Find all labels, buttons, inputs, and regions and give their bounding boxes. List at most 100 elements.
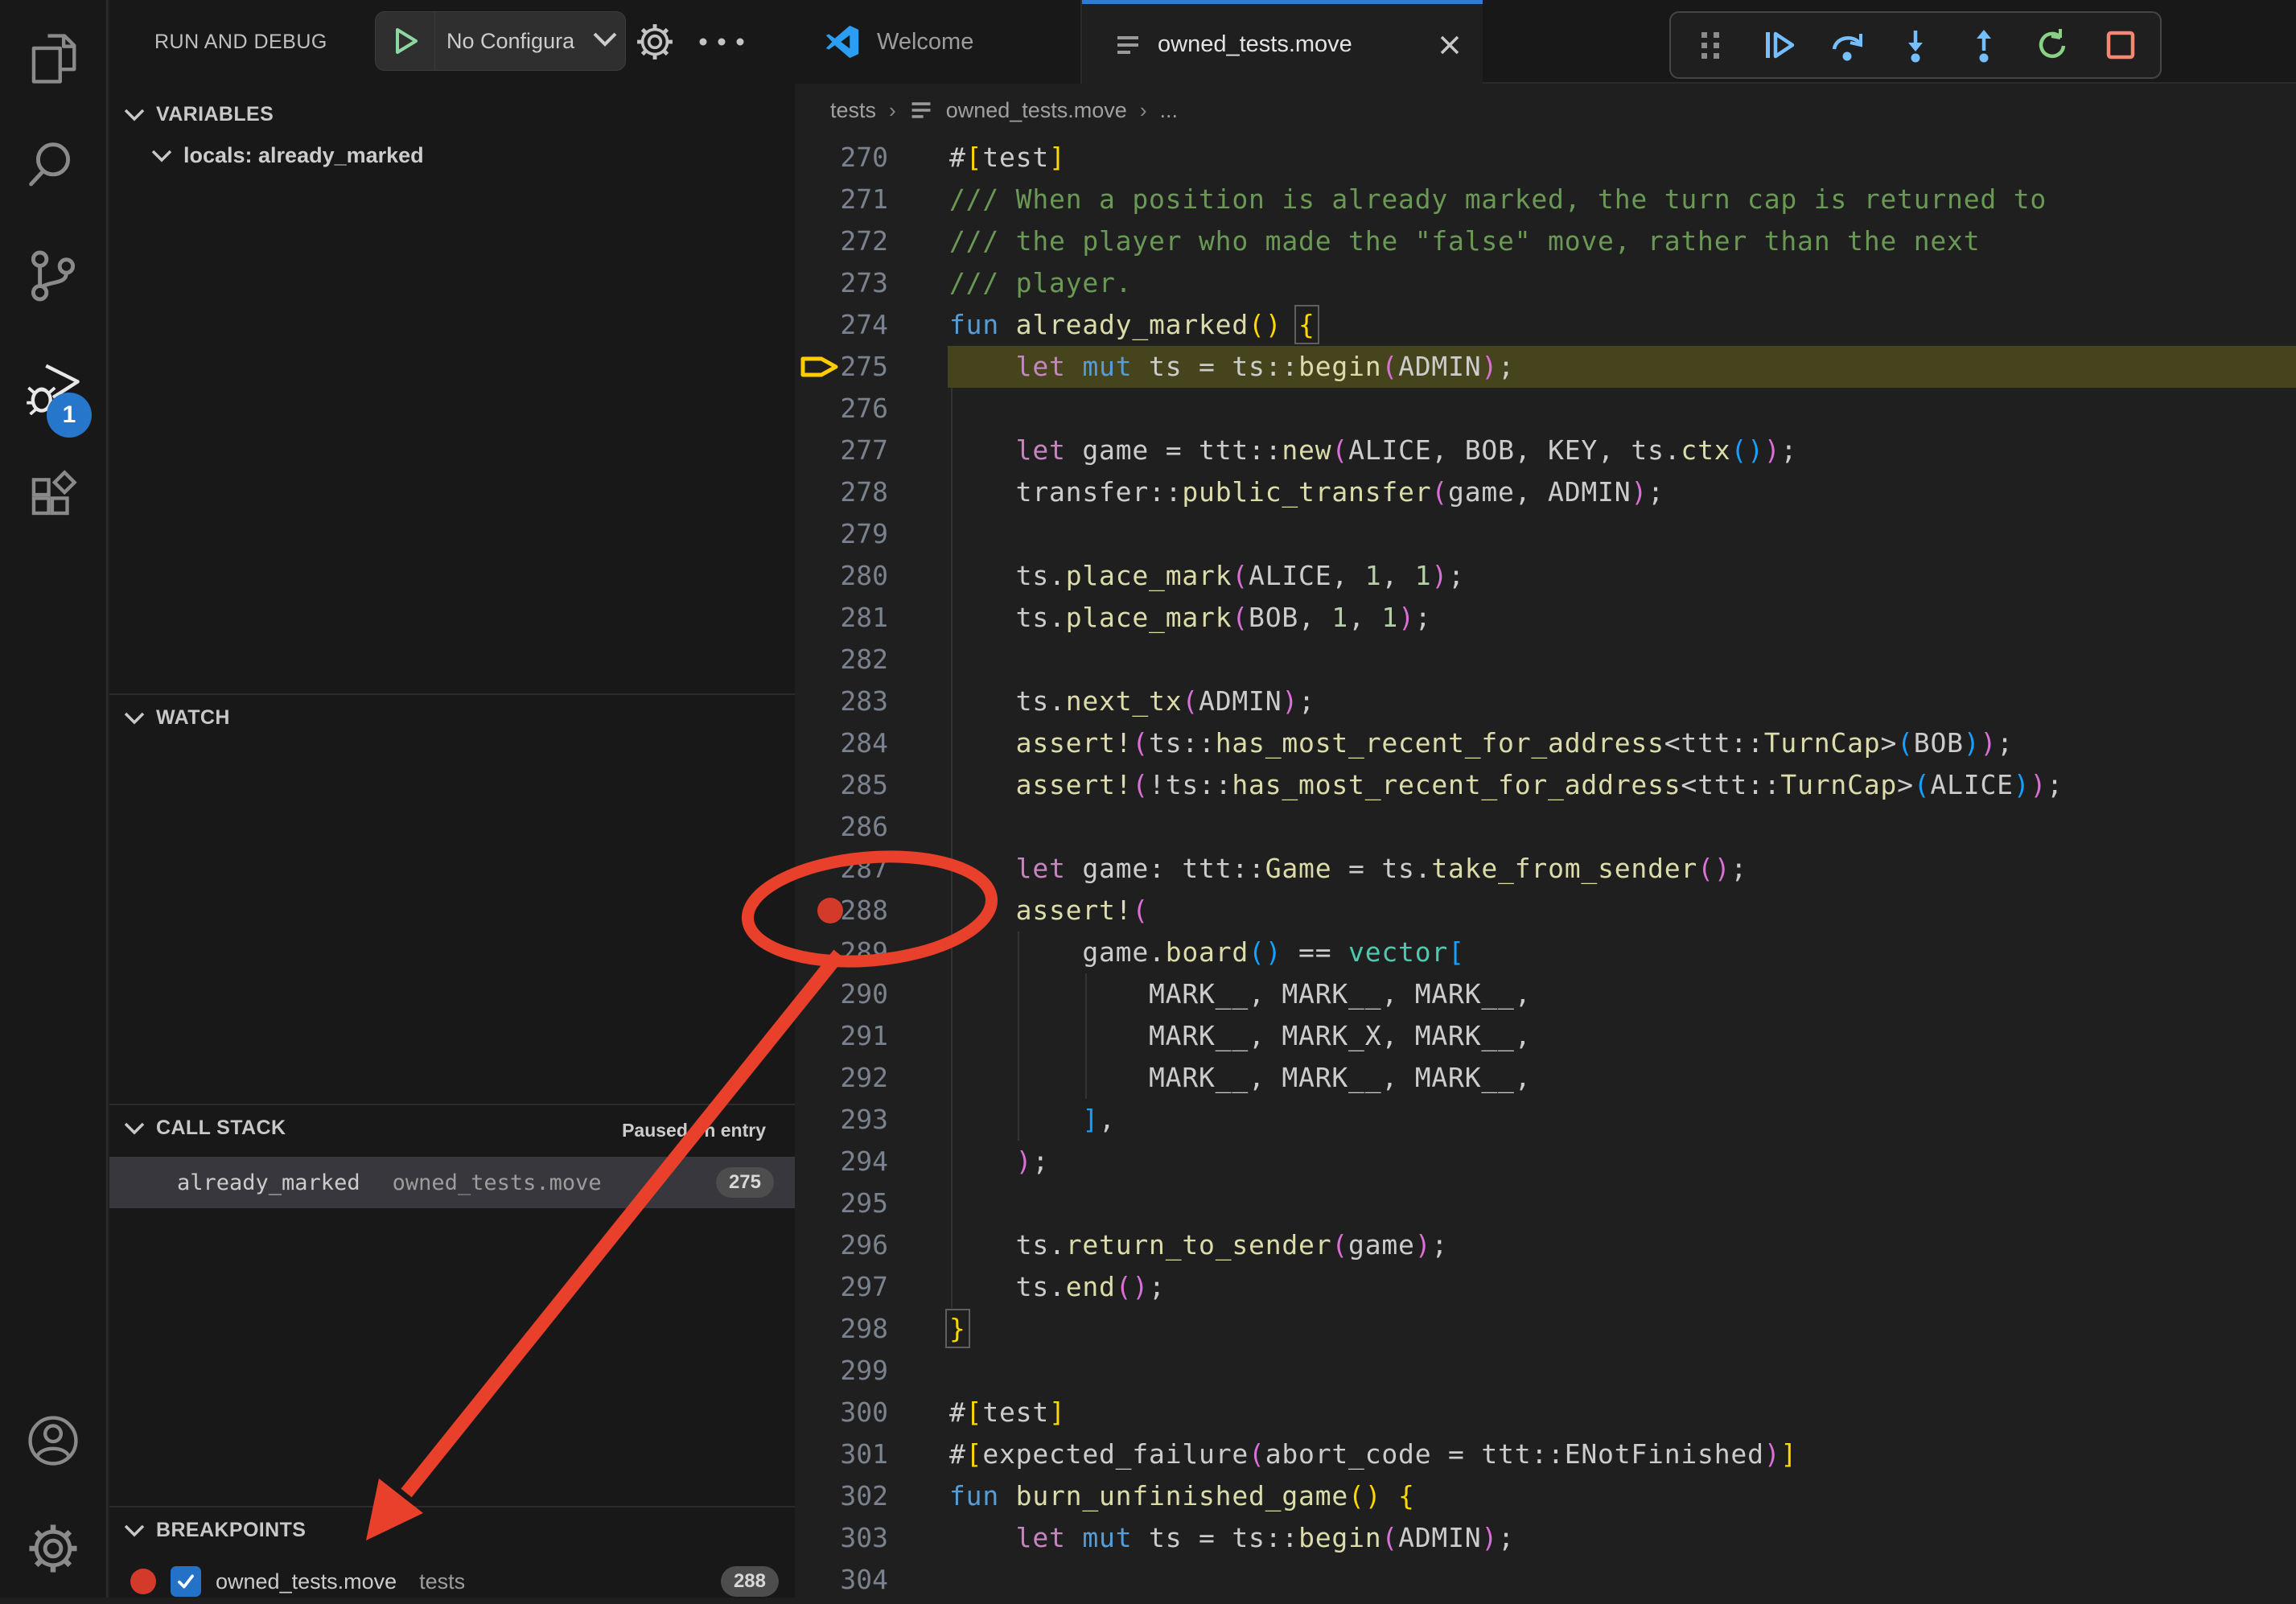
more-actions-icon[interactable] — [695, 32, 748, 51]
call-stack-section-header[interactable]: CALL STACK — [122, 1117, 286, 1140]
search-icon[interactable] — [25, 138, 81, 195]
line-number: 292 — [827, 1057, 888, 1099]
gutter-line-277[interactable]: 277 — [795, 430, 948, 471]
code-line-297: 297 ts.end(); — [795, 1266, 2296, 1308]
gutter-line-301[interactable]: 301 — [795, 1433, 948, 1475]
locals-scope-row[interactable]: locals: already_marked — [150, 143, 424, 168]
stack-frame-row[interactable]: already_marked owned_tests.move 275 — [109, 1157, 795, 1208]
breadcrumb-symbol[interactable]: ... — [1160, 98, 1179, 123]
gutter-line-299[interactable]: 299 — [795, 1350, 948, 1392]
start-debug-icon[interactable] — [376, 12, 435, 70]
breakpoint-file: owned_tests.move — [216, 1569, 397, 1594]
account-icon[interactable] — [25, 1413, 81, 1469]
code-text: /// player. — [949, 262, 1132, 304]
gutter-line-300[interactable]: 300 — [795, 1392, 948, 1433]
stop-button[interactable] — [2101, 25, 2141, 65]
code-text: ts.place_mark(BOB, 1, 1); — [949, 597, 1431, 639]
gutter-line-282[interactable]: 282 — [795, 639, 948, 681]
gutter-line-271[interactable]: 271 — [795, 179, 948, 220]
gutter-line-297[interactable]: 297 — [795, 1266, 948, 1308]
step-out-button[interactable] — [1964, 25, 2004, 65]
variables-label: VARIABLES — [156, 103, 274, 126]
gutter-line-289[interactable]: 289 — [795, 932, 948, 973]
source-control-icon[interactable] — [25, 248, 81, 304]
gutter-line-293[interactable]: 293 — [795, 1099, 948, 1141]
chevron-down-icon — [122, 1121, 146, 1137]
extensions-icon[interactable] — [25, 467, 81, 523]
gutter-line-302[interactable]: 302 — [795, 1475, 948, 1517]
gutter-line-280[interactable]: 280 — [795, 555, 948, 597]
gutter-line-273[interactable]: 273 — [795, 262, 948, 304]
code-line-271: 271/// When a position is already marked… — [795, 179, 2296, 220]
gutter-line-296[interactable]: 296 — [795, 1224, 948, 1266]
toolbar-drag-handle[interactable] — [1690, 25, 1730, 65]
gutter-line-303[interactable]: 303 — [795, 1517, 948, 1559]
gutter-line-292[interactable]: 292 — [795, 1057, 948, 1099]
gutter-line-288[interactable]: 288 — [795, 890, 948, 932]
code-text: let mut ts = ts::begin(ADMIN); — [949, 346, 1515, 388]
gutter-line-294[interactable]: 294 — [795, 1141, 948, 1182]
chevron-down-icon — [122, 107, 146, 123]
code-line-274: 274fun already_marked() { — [795, 304, 2296, 346]
breadcrumb: tests › owned_tests.move › ... — [795, 85, 2296, 135]
continue-button[interactable] — [1759, 25, 1799, 65]
code-text: #[test] — [949, 1392, 1066, 1433]
code-text: let game = ttt::new(ALICE, BOB, KEY, ts.… — [949, 430, 1797, 471]
divider — [109, 1104, 795, 1105]
breadcrumb-tests[interactable]: tests — [830, 98, 876, 123]
explorer-icon[interactable] — [25, 31, 81, 87]
divider — [109, 1506, 795, 1507]
gutter-line-291[interactable]: 291 — [795, 1015, 948, 1057]
gutter-line-276[interactable]: 276 — [795, 388, 948, 430]
gutter-line-274[interactable]: 274 — [795, 304, 948, 346]
step-into-button[interactable] — [1895, 25, 1936, 65]
code-line-302: 302fun burn_unfinished_game() { — [795, 1475, 2296, 1517]
code-text: assert!( — [949, 890, 1149, 932]
gutter-line-295[interactable]: 295 — [795, 1182, 948, 1224]
restart-button[interactable] — [2032, 25, 2072, 65]
watch-section-header[interactable]: WATCH — [122, 706, 230, 730]
code-text: ts.place_mark(ALICE, 1, 1); — [949, 555, 1465, 597]
code-text: ts.next_tx(ADMIN); — [949, 681, 1315, 722]
gutter-line-287[interactable]: 287 — [795, 848, 948, 890]
breakpoint-checkbox[interactable] — [171, 1566, 201, 1597]
line-number: 270 — [827, 137, 888, 179]
tab-owned-tests-move[interactable]: owned_tests.move — [1082, 0, 1483, 85]
code-text: transfer::public_transfer(game, ADMIN); — [949, 471, 1664, 513]
close-icon[interactable] — [1438, 33, 1462, 57]
paused-status: Paused on entry — [622, 1120, 766, 1141]
code-line-300: 300#[test] — [795, 1392, 2296, 1433]
gutter-line-278[interactable]: 278 — [795, 471, 948, 513]
code-line-284: 284 assert!(ts::has_most_recent_for_addr… — [795, 722, 2296, 764]
gutter-line-286[interactable]: 286 — [795, 806, 948, 848]
code-line-298: 298} — [795, 1308, 2296, 1350]
locals-label: locals: already_marked — [183, 143, 424, 168]
settings-gear-icon[interactable] — [25, 1520, 81, 1577]
gutter-line-283[interactable]: 283 — [795, 681, 948, 722]
breakpoints-section-header[interactable]: BREAKPOINTS — [122, 1519, 306, 1542]
code-text: fun already_marked() { — [949, 304, 1315, 346]
step-over-button[interactable] — [1827, 25, 1867, 65]
gutter-line-298[interactable]: 298 — [795, 1308, 948, 1350]
gutter-line-275[interactable]: 275 — [795, 346, 948, 388]
gutter-line-304[interactable]: 304 — [795, 1559, 948, 1601]
variables-section-header[interactable]: VARIABLES — [122, 103, 274, 126]
line-number: 297 — [827, 1266, 888, 1308]
gutter-line-279[interactable]: 279 — [795, 513, 948, 555]
sidebar-title: RUN AND DEBUG — [154, 31, 327, 54]
gutter-line-290[interactable]: 290 — [795, 973, 948, 1015]
breadcrumb-file[interactable]: owned_tests.move — [946, 98, 1127, 123]
gutter-line-270[interactable]: 270 — [795, 137, 948, 179]
tab-welcome[interactable]: Welcome — [795, 0, 1082, 84]
gutter-line-285[interactable]: 285 — [795, 764, 948, 806]
gutter-line-272[interactable]: 272 — [795, 220, 948, 262]
line-number: 277 — [827, 430, 888, 471]
line-number: 294 — [827, 1141, 888, 1182]
code-line-286: 286 — [795, 806, 2296, 848]
line-number: 301 — [827, 1433, 888, 1475]
debug-settings-gear-icon[interactable] — [634, 21, 676, 63]
gutter-line-284[interactable]: 284 — [795, 722, 948, 764]
run-config-dropdown[interactable]: No Configura — [375, 11, 626, 71]
gutter-line-281[interactable]: 281 — [795, 597, 948, 639]
code-text: game.board() == vector[ — [949, 932, 1465, 973]
